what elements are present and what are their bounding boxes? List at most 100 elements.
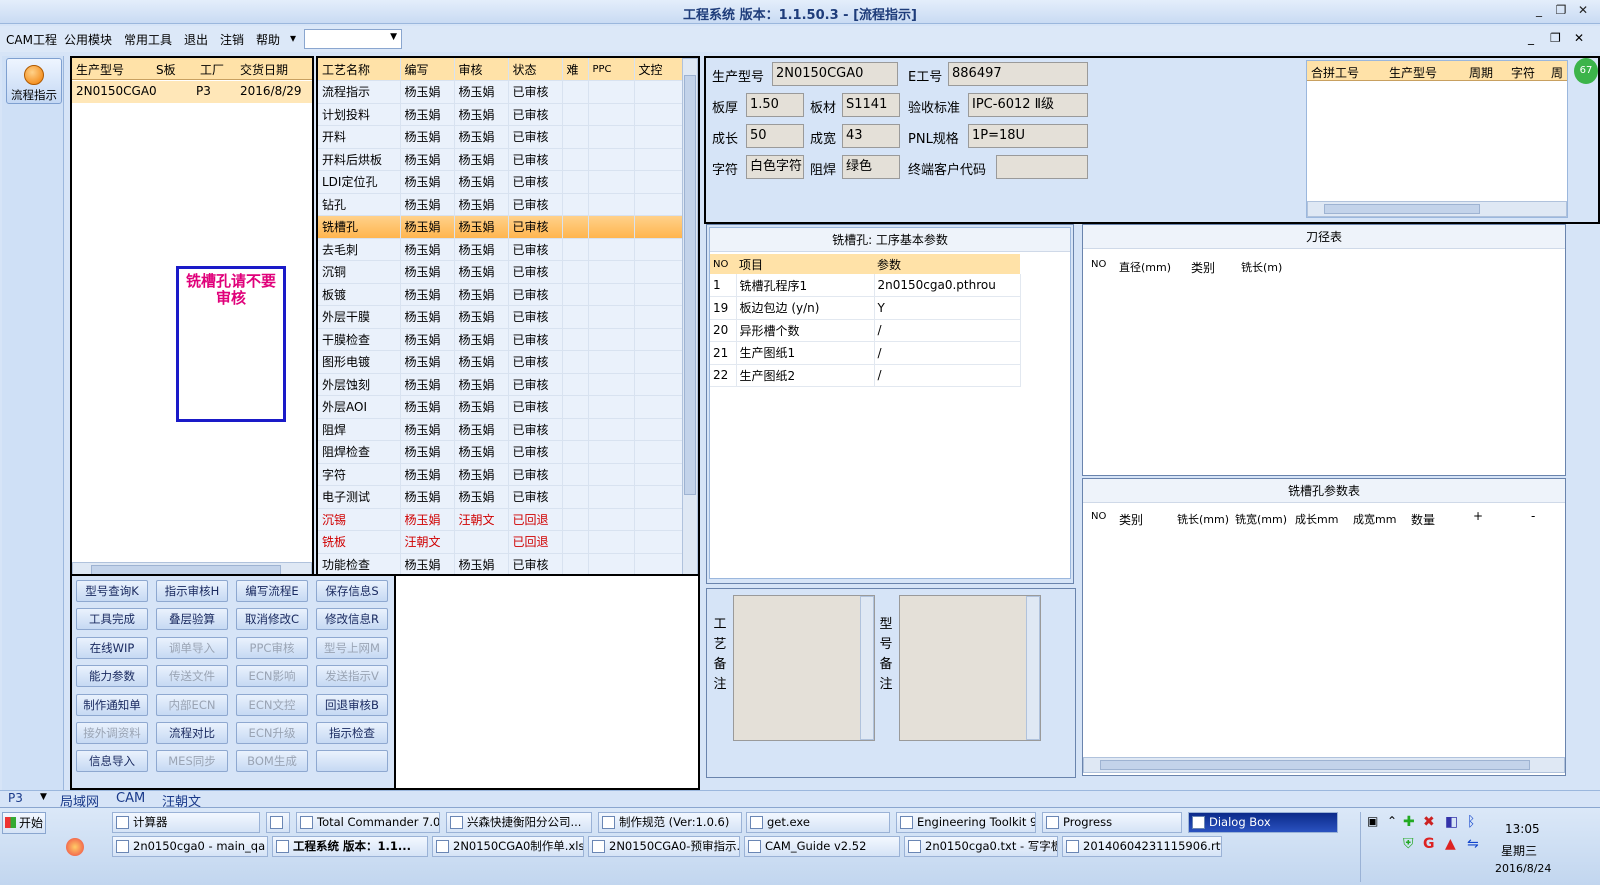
close-button[interactable]: ✕: [1574, 3, 1592, 19]
table-row[interactable]: 字符 杨玉娟 杨玉娟 已审核: [318, 463, 683, 486]
taskbar-button[interactable]: Progress: [1042, 812, 1182, 833]
action-button-2-1[interactable]: 调单导入: [156, 636, 228, 659]
bluetooth-icon[interactable]: ᛒ: [1467, 814, 1475, 830]
col-tool-type[interactable]: 类别: [1191, 259, 1215, 276]
table-row[interactable]: 铣板 汪朝文 已回退: [318, 530, 683, 554]
table-row[interactable]: 2N0150CGA0 P3 2016/8/29: [72, 81, 312, 103]
process-remark-field[interactable]: [733, 595, 875, 741]
table-row[interactable]: 干膜检查 杨玉娟 杨玉娟 已审核: [318, 328, 683, 351]
menu-combo[interactable]: ▼: [304, 29, 402, 49]
col-doc-control[interactable]: 文控: [634, 58, 683, 81]
table-row[interactable]: 沉铜 杨玉娟 杨玉娟 已审核: [318, 260, 683, 284]
table-row[interactable]: 计划投料 杨玉娟 杨玉娟 已审核: [318, 103, 683, 126]
flow-instruction-button[interactable]: 流程指示: [6, 58, 62, 104]
col-difficulty[interactable]: 难: [562, 58, 589, 81]
model-remark-scrollbar[interactable]: [1026, 596, 1040, 740]
standard-field[interactable]: IPC-6012 Ⅱ级: [968, 93, 1088, 117]
action-button-6-1[interactable]: MES同步: [156, 750, 228, 773]
action-button-2-2[interactable]: PPC审核: [236, 636, 308, 659]
action-button-0-3[interactable]: 保存信息S: [316, 580, 388, 602]
col-finish-width[interactable]: 成宽mm: [1353, 511, 1396, 527]
taskbar-button[interactable]: 2n0150cga0.txt - 写字板: [904, 836, 1058, 857]
action-button-4-2[interactable]: ECN文控: [236, 693, 308, 716]
col-diameter[interactable]: 直径(mm): [1119, 259, 1171, 275]
width-field[interactable]: 43: [842, 124, 900, 148]
taskbar-button[interactable]: 工程系统 版本：1.1...: [272, 836, 428, 857]
col-model[interactable]: 生产型号: [76, 61, 124, 78]
col-merge-job[interactable]: 合拼工号: [1311, 64, 1359, 81]
tray-triangle-icon[interactable]: ▲: [1445, 836, 1456, 852]
table-row[interactable]: 沉锡 杨玉娟 汪朝文 已回退: [318, 508, 683, 531]
table-row[interactable]: 19 板边包边 (y/n) Y: [710, 296, 1021, 320]
action-button-6-2[interactable]: BOM生成: [236, 750, 308, 773]
thickness-field[interactable]: 1.50: [746, 93, 804, 117]
col-period[interactable]: 周期: [1469, 64, 1493, 81]
col-slot-no[interactable]: NO: [1091, 511, 1106, 522]
taskbar-button[interactable]: 2n0150cga0 - main_qa: [112, 836, 268, 857]
menu-tools[interactable]: 常用工具: [124, 31, 172, 48]
tray-monitor-icon[interactable]: ▣: [1367, 814, 1378, 828]
taskbar-button[interactable]: Total Commander 7.0 ...: [296, 812, 440, 833]
action-button-4-3[interactable]: 回退审核B: [316, 693, 388, 716]
col-reviewer[interactable]: 审核: [454, 58, 509, 81]
menu-help[interactable]: 帮助: [256, 31, 280, 48]
col-status[interactable]: 状态: [508, 58, 563, 81]
taskbar-button[interactable]: 2N0150CGA0制作单.xls ...: [432, 836, 584, 857]
chevron-down-icon[interactable]: ▼: [40, 792, 47, 802]
table-row[interactable]: 流程指示 杨玉娟 杨玉娟 已审核: [318, 80, 683, 104]
table-row[interactable]: 铣槽孔 杨玉娟 杨玉娟 已审核: [318, 215, 683, 239]
model-remark-field[interactable]: [899, 595, 1041, 741]
menu-logout[interactable]: 注销: [220, 31, 244, 48]
tray-plus-icon[interactable]: ✚: [1403, 814, 1415, 830]
grow-field[interactable]: 50: [746, 124, 804, 148]
col-process-name[interactable]: 工艺名称: [318, 58, 401, 81]
tray-shield-icon[interactable]: ⛨: [1403, 836, 1414, 852]
scroll-thumb[interactable]: [1324, 204, 1480, 214]
col-merge-model[interactable]: 生产型号: [1389, 64, 1437, 81]
taskbar-button[interactable]: 兴森快捷衡阳分公司...: [446, 812, 592, 833]
col-finish-length[interactable]: 成长mm: [1295, 511, 1338, 527]
mdi-restore-button[interactable]: ❐: [1550, 31, 1561, 45]
table-row[interactable]: 阻焊检查 杨玉娟 杨玉娟 已审核: [318, 440, 683, 464]
table-row[interactable]: 开料后烘板 杨玉娟 杨玉娟 已审核: [318, 148, 683, 171]
table-row[interactable]: 开料 杨玉娟 杨玉娟 已审核: [318, 125, 683, 149]
restore-button[interactable]: ❐: [1552, 3, 1570, 19]
pnl-field[interactable]: 1P=18U: [968, 124, 1088, 148]
menu-exit[interactable]: 退出: [184, 31, 208, 48]
col-delivery-date[interactable]: 交货日期: [240, 61, 288, 78]
col-slot-type[interactable]: 类别: [1119, 511, 1143, 528]
char-field[interactable]: 白色字符: [746, 155, 804, 179]
col-writer[interactable]: 编写: [400, 58, 455, 81]
scroll-thumb[interactable]: [1100, 760, 1530, 770]
taskbar-button[interactable]: 计算器: [112, 812, 260, 833]
taskbar-button[interactable]: 制作规范 (Ver:1.0.6): [598, 812, 742, 833]
action-button-4-1[interactable]: 内部ECN: [156, 693, 228, 716]
tray-g-icon[interactable]: G: [1423, 836, 1435, 852]
col-param[interactable]: 参数: [874, 254, 1020, 274]
col-slot-length[interactable]: 铣长(mm): [1177, 511, 1229, 527]
table-row[interactable]: 21 生产图纸1/: [710, 341, 1021, 365]
col-no[interactable]: NO: [710, 254, 736, 274]
action-button-3-3[interactable]: 发送指示V: [316, 665, 388, 688]
action-button-1-3[interactable]: 修改信息R: [316, 608, 388, 631]
table-row[interactable]: 外层蚀刻 杨玉娟 杨玉娟 已审核: [318, 373, 683, 396]
table-row[interactable]: 去毛刺 杨玉娟 杨玉娟 已审核: [318, 238, 683, 261]
action-button-1-0[interactable]: 工具完成: [76, 608, 148, 631]
col-mill-length[interactable]: 铣长(m): [1241, 259, 1282, 275]
col-slot-width[interactable]: 铣宽(mm): [1235, 511, 1287, 527]
table-row[interactable]: 阻焊 杨玉娟 杨玉娟 已审核: [318, 418, 683, 441]
model-field[interactable]: 2N0150CGA0: [772, 62, 898, 86]
taskbar-button[interactable]: Dialog Box: [1188, 812, 1338, 833]
process-remark-scrollbar[interactable]: [860, 596, 874, 740]
merge-horizontal-scrollbar[interactable]: [1307, 201, 1567, 217]
remove-row-button[interactable]: -: [1531, 509, 1535, 523]
taskbar-button[interactable]: [266, 812, 290, 833]
tray-window-icon[interactable]: ◧: [1445, 814, 1458, 830]
mdi-close-button[interactable]: ✕: [1574, 31, 1584, 45]
tray-expand-icon[interactable]: ⌃: [1387, 814, 1397, 828]
table-row[interactable]: 22 生产图纸2/: [710, 364, 1021, 387]
material-field[interactable]: S1141: [842, 93, 900, 117]
table-row[interactable]: 板镀 杨玉娟 杨玉娟 已审核: [318, 283, 683, 306]
action-button-5-0[interactable]: 接外调资料: [76, 722, 148, 744]
col-tool-no[interactable]: NO: [1091, 259, 1106, 270]
